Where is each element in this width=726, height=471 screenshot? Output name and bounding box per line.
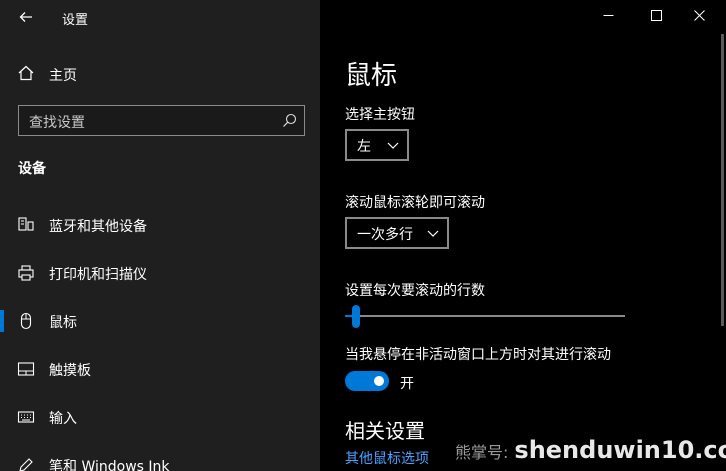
chevron-down-icon	[387, 142, 399, 149]
mouse-icon	[20, 312, 32, 330]
nav-item-label: 输入	[49, 411, 77, 427]
scrollbar[interactable]	[721, 34, 724, 326]
related-settings-title: 相关设置	[345, 419, 425, 443]
pen-icon	[19, 458, 33, 471]
search-input[interactable]: 查找设置	[18, 105, 305, 136]
scroll-mode-dropdown[interactable]: 一次多行	[345, 217, 449, 249]
lines-to-scroll-label: 设置每次要滚动的行数	[345, 283, 485, 299]
maximize-icon	[650, 10, 662, 21]
chevron-down-icon	[427, 230, 439, 237]
nav-item-printers[interactable]: 打印机和扫描仪	[0, 253, 320, 293]
inactive-scroll-label: 当我悬停在非活动窗口上方时对其进行滚动	[345, 347, 611, 363]
lines-slider-track[interactable]	[345, 315, 625, 317]
watermark: 熊掌号: shenduwin10.com	[455, 436, 726, 464]
search-icon[interactable]	[282, 113, 297, 128]
nav-item-mouse[interactable]: 鼠标	[0, 301, 320, 341]
page-title: 鼠标	[345, 61, 398, 91]
minimize-icon	[603, 15, 613, 16]
additional-mouse-options-link[interactable]: 其他鼠标选项	[345, 448, 429, 468]
selection-indicator	[0, 310, 4, 332]
scroll-mode-value: 一次多行	[357, 227, 413, 243]
watermark-site: shenduwin10.com	[514, 436, 726, 464]
toggle-state-label: 开	[400, 376, 414, 392]
toggle-knob	[374, 376, 384, 386]
nav-item-label: 打印机和扫描仪	[49, 267, 147, 283]
nav-item-label: 触摸板	[49, 363, 91, 379]
primary-button-label: 选择主按钮	[345, 107, 415, 123]
bluetooth-devices-icon	[18, 217, 34, 231]
search-placeholder: 查找设置	[29, 115, 85, 131]
minimize-button[interactable]	[585, 0, 631, 34]
nav-pane: 设置 主页 查找设置 设备 蓝牙和其他设备 打印机和扫描仪 鼠标 触摸板 输入 …	[0, 0, 320, 471]
close-button[interactable]	[676, 0, 722, 34]
section-title-devices: 设备	[18, 161, 46, 177]
nav-item-label: 蓝牙和其他设备	[49, 219, 147, 235]
primary-button-dropdown[interactable]: 左	[345, 129, 409, 161]
close-icon	[693, 10, 705, 21]
app-title: 设置	[62, 13, 89, 28]
nav-home[interactable]: 主页	[0, 58, 320, 90]
printer-icon	[18, 265, 34, 281]
nav-item-bluetooth[interactable]: 蓝牙和其他设备	[0, 205, 320, 245]
back-button[interactable]	[12, 6, 40, 28]
nav-item-pen[interactable]: 笔和 Windows Ink	[0, 445, 320, 471]
nav-item-label: 笔和 Windows Ink	[49, 459, 170, 471]
nav-home-label: 主页	[49, 68, 77, 84]
primary-button-value: 左	[357, 139, 371, 155]
nav-item-touchpad[interactable]: 触摸板	[0, 349, 320, 389]
nav-item-typing[interactable]: 输入	[0, 397, 320, 437]
touchpad-icon	[17, 362, 35, 376]
title-bar: 设置	[0, 0, 320, 34]
watermark-prefix: 熊掌号:	[455, 443, 509, 462]
nav-item-label: 鼠标	[49, 315, 77, 331]
home-icon	[18, 65, 34, 81]
lines-slider-thumb[interactable]	[352, 305, 361, 328]
inactive-scroll-toggle[interactable]	[345, 371, 389, 391]
back-arrow-icon	[19, 12, 32, 22]
scroll-mode-label: 滚动鼠标滚轮即可滚动	[345, 195, 485, 211]
maximize-button[interactable]	[633, 0, 679, 34]
keyboard-icon	[17, 411, 35, 423]
